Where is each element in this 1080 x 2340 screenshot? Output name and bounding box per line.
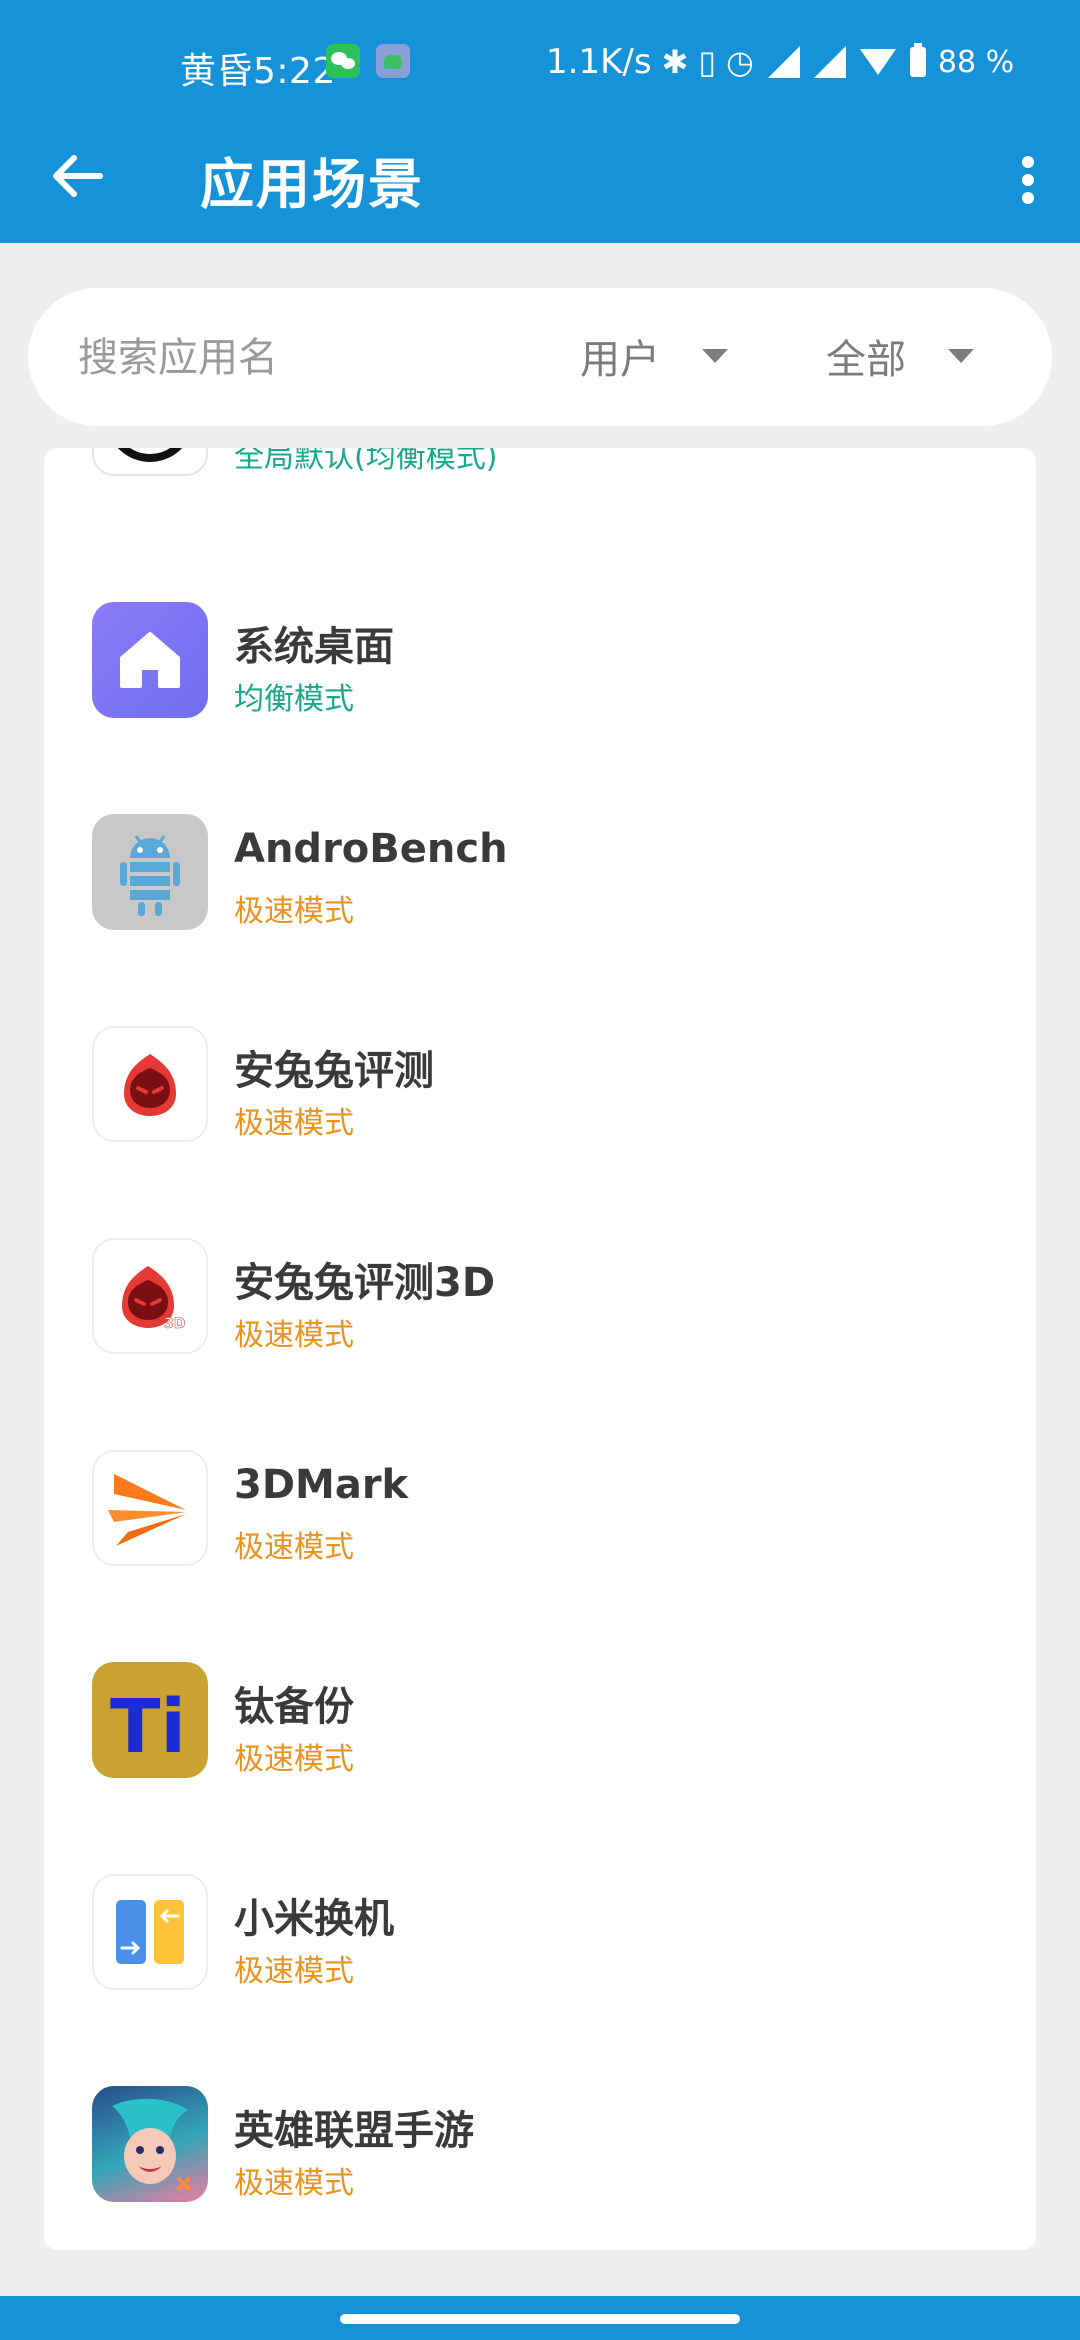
list-item[interactable]: 3DMark 极速模式 xyxy=(44,1422,1036,1634)
list-item[interactable]: AndroBench 极速模式 xyxy=(44,786,1036,998)
alarm-icon: ◷ xyxy=(725,43,754,81)
app-name: 安兔兔评测3D xyxy=(234,1260,496,1306)
app-mode: 极速模式 xyxy=(234,1742,354,1777)
app-name: AndroBench xyxy=(234,826,508,872)
vibrate-icon: ▯ xyxy=(698,43,716,81)
app-mode: 极速模式 xyxy=(234,1106,354,1141)
app-mode: 极速模式 xyxy=(234,894,354,929)
list-item[interactable]: Ti 钛备份 极速模式 xyxy=(44,1634,1036,1846)
back-button[interactable] xyxy=(44,142,112,210)
robot-app-icon xyxy=(376,44,410,78)
hd-signal-icon xyxy=(767,46,800,78)
dropdown-arrow-icon xyxy=(702,349,728,363)
list-item[interactable]: 全局默认(均衡模式) xyxy=(44,448,1036,544)
home-app-icon xyxy=(92,602,208,718)
list-item[interactable]: 英雄联盟手游 极速模式 xyxy=(44,2058,1036,2250)
dropdown-arrow-icon xyxy=(948,349,974,363)
ti-label: Ti xyxy=(110,1684,186,1770)
app-name: 安兔兔评测 xyxy=(234,1048,434,1094)
antutu-app-icon xyxy=(92,1026,208,1142)
titanium-backup-app-icon: Ti xyxy=(92,1662,208,1778)
app-mode: 全局默认(均衡模式) xyxy=(234,448,498,475)
list-item[interactable]: 系统桌面 均衡模式 xyxy=(44,574,1036,786)
app-mode: 极速模式 xyxy=(234,1318,354,1353)
more-vert-icon-dot xyxy=(1022,174,1034,186)
filter-bar: 用户 全部 xyxy=(28,288,1052,426)
3dmark-app-icon xyxy=(92,1450,208,1566)
status-time: 黄昏5:22 xyxy=(180,51,336,92)
app-name: 英雄联盟手游 xyxy=(234,2108,474,2154)
status-bar: 黄昏5:22 1.1K/s ✱ ▯ ◷ 88 % xyxy=(0,0,1080,128)
app-name: 3DMark xyxy=(234,1462,409,1508)
app-list: 全局默认(均衡模式) 系统桌面 均衡模式 AndroBench 极速模式 安兔兔… xyxy=(44,448,1036,2250)
app-name: 小米换机 xyxy=(234,1896,394,1942)
bluetooth-icon: ✱ xyxy=(661,43,689,81)
category-filter-label: 全部 xyxy=(826,337,906,383)
battery-icon xyxy=(909,43,926,77)
app-mode: 均衡模式 xyxy=(234,682,354,717)
list-item[interactable]: 安兔兔评测 极速模式 xyxy=(44,998,1036,1210)
no-sign-app-icon xyxy=(92,448,208,476)
more-options-button[interactable] xyxy=(998,142,1058,210)
arrow-left-icon xyxy=(53,155,103,197)
user-filter-dropdown[interactable]: 用户 xyxy=(580,324,728,388)
signal-icon xyxy=(813,46,846,78)
app-mode: 极速模式 xyxy=(234,1954,354,1989)
wechat-icon xyxy=(326,44,360,78)
app-mode: 极速模式 xyxy=(234,2166,354,2201)
category-filter-dropdown[interactable]: 全部 xyxy=(826,324,974,388)
list-item[interactable]: 小米换机 极速模式 xyxy=(44,1846,1036,2058)
page-title: 应用场景 xyxy=(200,153,424,216)
more-vert-icon xyxy=(1022,156,1034,168)
3d-label: 3D xyxy=(164,1316,185,1332)
android-bench-app-icon xyxy=(92,814,208,930)
battery-level: 88 % xyxy=(937,44,1015,80)
navigation-bar xyxy=(0,2296,1080,2340)
mi-mover-app-icon xyxy=(92,1874,208,1990)
antutu-3d-app-icon: 3D xyxy=(92,1238,208,1354)
user-filter-label: 用户 xyxy=(580,337,660,383)
app-name: 钛备份 xyxy=(234,1684,354,1730)
app-bar: 应用场景 xyxy=(0,128,1080,243)
home-gesture-handle[interactable] xyxy=(340,2314,740,2324)
list-item[interactable]: 3D 安兔兔评测3D 极速模式 xyxy=(44,1210,1036,1422)
search-input[interactable] xyxy=(78,328,548,388)
app-mode: 极速模式 xyxy=(234,1530,354,1565)
net-speed: 1.1K/s xyxy=(546,42,652,82)
more-vert-icon-dot xyxy=(1022,192,1034,204)
wifi-icon xyxy=(859,49,896,75)
app-name: 系统桌面 xyxy=(234,624,394,670)
league-of-legends-app-icon xyxy=(92,2086,208,2202)
